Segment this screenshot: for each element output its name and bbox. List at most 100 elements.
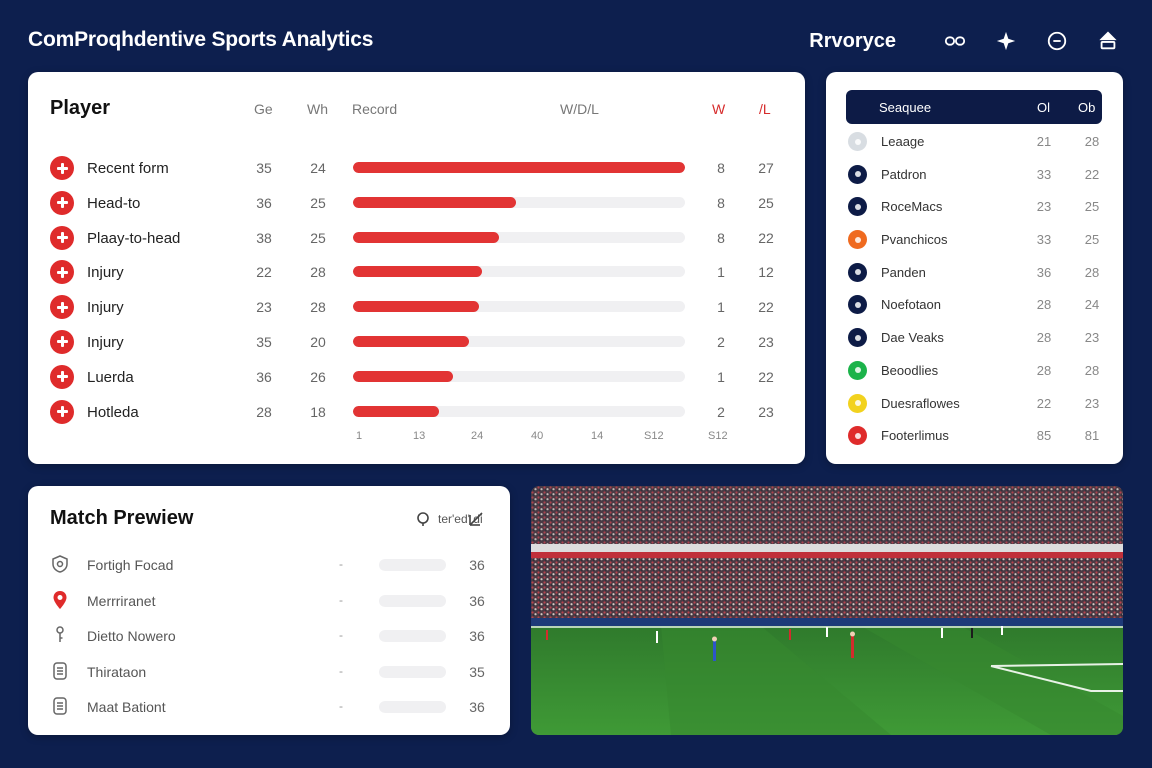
- record-axis: 1 13 24 40 14 S12 S12: [28, 430, 805, 450]
- league-row-label: Pvanchicos: [881, 232, 948, 248]
- league-row[interactable]: Leaage 21 28: [826, 127, 1123, 160]
- record-bar-fill: [353, 266, 483, 278]
- player-row[interactable]: Injury 23 28 1 22: [28, 291, 805, 326]
- league-header-col1[interactable]: Ol: [1037, 100, 1050, 115]
- player-row-w: 1: [717, 299, 725, 316]
- league-row-label: Patdron: [881, 166, 927, 182]
- team-badge-icon: [848, 197, 867, 217]
- player-row-wh: 25: [310, 194, 326, 211]
- player-row-l: 22: [758, 299, 774, 316]
- league-row-col1: 21: [1036, 134, 1052, 149]
- sparkle-icon[interactable]: [992, 27, 1020, 55]
- league-row-col1: 28: [1036, 330, 1052, 346]
- match-preview-card: Match Prewiew ter'ed' di Fortigh Focad -3…: [28, 486, 510, 735]
- player-row-w: 8: [717, 194, 725, 211]
- axis-tick-label: 14: [591, 430, 604, 442]
- match-preview-row[interactable]: Thirataon - 35: [28, 653, 510, 689]
- record-bar-track: [353, 370, 685, 382]
- league-table-header: Seaquee Ol Ob: [846, 90, 1102, 124]
- league-row[interactable]: Beoodlies 28 28: [826, 356, 1123, 389]
- league-header-col2[interactable]: Ob: [1078, 100, 1095, 115]
- player-row[interactable]: Injury 22 28 1 12: [28, 256, 805, 291]
- league-row[interactable]: Duesraflowes 22 23: [826, 389, 1123, 422]
- league-header-name[interactable]: Seaquee: [879, 100, 931, 115]
- player-row-wh: 24: [310, 160, 326, 176]
- upload-icon[interactable]: [1094, 27, 1122, 55]
- player-row[interactable]: Head-to 36 25 8 25: [28, 187, 805, 222]
- column-header-ge[interactable]: Ge: [254, 101, 273, 117]
- match-preview-row[interactable]: Maat Bationt - 36: [28, 688, 510, 724]
- league-row[interactable]: Pvanchicos 33 25: [826, 225, 1123, 258]
- league-row-col1: 22: [1036, 395, 1052, 411]
- link-icon[interactable]: [941, 27, 969, 55]
- league-row-label: Dae Veaks: [881, 330, 944, 346]
- player-row[interactable]: Hotleda 28 18 2 23: [28, 396, 805, 431]
- column-header-record[interactable]: Record: [352, 101, 397, 117]
- player-row-l: 23: [758, 403, 774, 420]
- column-header-wh[interactable]: Wh: [307, 101, 328, 117]
- match-preview-bar: [379, 701, 446, 713]
- league-row-col1: 28: [1036, 297, 1052, 313]
- league-row[interactable]: Footerlimus 85 81: [826, 421, 1123, 454]
- axis-tick-label: 13: [413, 430, 426, 442]
- player-row[interactable]: Recent form 35 24 8 27: [28, 152, 805, 187]
- player-row-label: Hotleda: [87, 403, 139, 421]
- plus-icon: [50, 295, 74, 320]
- player-row-l: 23: [758, 333, 774, 350]
- record-bar-fill: [353, 301, 480, 313]
- user-name[interactable]: Rrvoryce: [809, 30, 896, 53]
- app-title: ComProqhdentive Sports Analytics: [28, 28, 374, 51]
- player-card-header: Player Ge Wh Record W/D/L W /L: [28, 72, 805, 142]
- player-row-w: 8: [717, 229, 725, 246]
- record-bar-track: [353, 405, 685, 417]
- record-bar-track: [353, 301, 685, 313]
- league-row[interactable]: Panden 36 28: [826, 258, 1123, 291]
- team-badge-icon: [848, 393, 867, 413]
- league-row-col1: 36: [1036, 264, 1052, 280]
- player-row-label: Injury: [87, 333, 124, 351]
- player-row[interactable]: Injury 35 20 2 23: [28, 326, 805, 361]
- league-row-label: Beoodlies: [881, 362, 939, 378]
- column-header-wdl[interactable]: W/D/L: [560, 101, 599, 117]
- league-row-label: Duesraflowes: [881, 395, 960, 411]
- minus-circle-icon[interactable]: [1043, 27, 1071, 55]
- record-bar-track: [353, 266, 685, 278]
- header-toolbar: Rrvoryce: [809, 24, 1122, 58]
- player-row-label: Luerda: [87, 368, 134, 386]
- player-row-l: 25: [758, 194, 774, 211]
- league-row[interactable]: RoceMacs 23 25: [826, 192, 1123, 225]
- player-row-l: 27: [758, 160, 774, 176]
- edit-icon[interactable]: [467, 510, 485, 528]
- record-bar-fill: [353, 335, 470, 347]
- plus-icon: [50, 399, 74, 424]
- player-row-label: Head-to: [87, 194, 141, 212]
- plus-icon: [50, 156, 74, 180]
- league-row-col1: 28: [1036, 362, 1052, 378]
- team-badge-icon: [848, 360, 867, 380]
- record-bar-fill: [353, 370, 453, 382]
- match-preview-row[interactable]: Dietto Nowero - 36: [28, 617, 510, 653]
- player-row[interactable]: Plaay-to-head 38 25 8 22: [28, 222, 805, 257]
- player-row-wh: 26: [310, 368, 326, 385]
- league-row[interactable]: Patdron 33 22: [826, 160, 1123, 193]
- match-preview-label: Dietto Nowero: [87, 628, 176, 644]
- player-row-w: 8: [717, 160, 725, 176]
- league-row[interactable]: Noefotaon 28 24: [826, 290, 1123, 323]
- league-row[interactable]: Dae Veaks 28 23: [826, 323, 1123, 356]
- league-row-label: Leaage: [881, 134, 925, 149]
- column-header-l[interactable]: /L: [759, 101, 771, 117]
- player-row[interactable]: Luerda 36 26 1 22: [28, 361, 805, 396]
- column-header-w[interactable]: W: [712, 101, 725, 117]
- player-row-w: 2: [717, 403, 725, 420]
- player-row-ge: 36: [256, 368, 272, 385]
- player-card-title: Player: [50, 97, 111, 119]
- match-preview-dash: -: [339, 628, 343, 642]
- match-preview-row[interactable]: Fortigh Focad - 36: [28, 546, 510, 582]
- player-row-label: Injury: [87, 299, 124, 317]
- match-preview-row[interactable]: Merrriranet - 36: [28, 582, 510, 618]
- player-row-w: 1: [717, 264, 725, 281]
- record-bar-fill: [353, 231, 500, 243]
- axis-tick-label: 24: [471, 430, 484, 442]
- team-badge-icon: [848, 295, 867, 315]
- league-row-col2: 28: [1084, 264, 1100, 280]
